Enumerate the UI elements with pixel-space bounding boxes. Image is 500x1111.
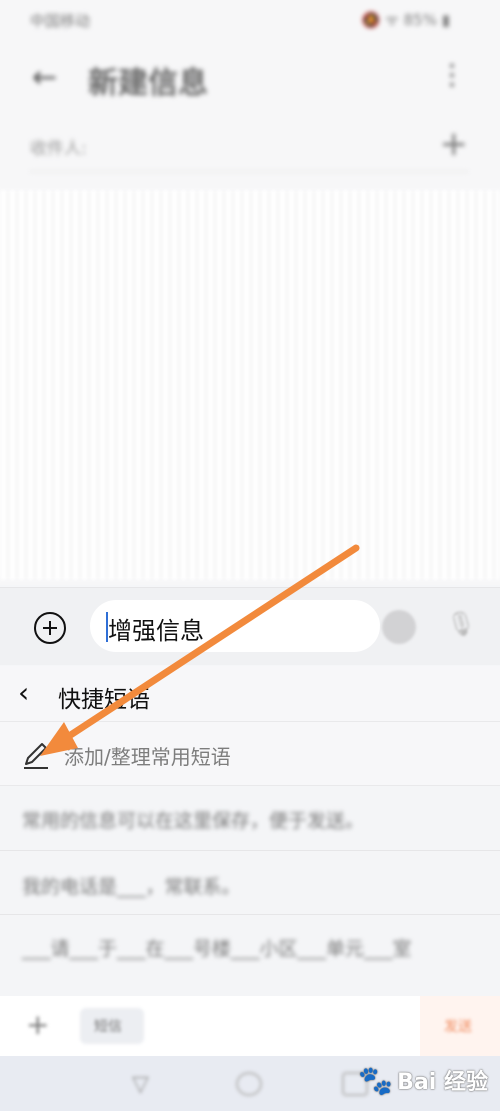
message-history-area bbox=[0, 190, 500, 580]
plus-circle-icon[interactable] bbox=[34, 612, 66, 644]
baidu-watermark: 🐾 Bai 经验 bbox=[358, 1056, 488, 1104]
chevron-left-icon[interactable]: ‹ bbox=[18, 676, 29, 709]
divider bbox=[0, 914, 500, 915]
phrase-item[interactable]: 常用的信息可以在这里保存，便于发送。 bbox=[22, 806, 364, 833]
sms-chip-label: 短信 bbox=[94, 1019, 122, 1035]
status-icons: 🔕 ᯤ 85% ▮ bbox=[361, 11, 450, 29]
recipient-field[interactable]: 收件人: + bbox=[30, 122, 468, 172]
composer-bar: 增强信息 🎙 bbox=[0, 587, 500, 665]
sms-chip[interactable]: 短信 bbox=[80, 1008, 144, 1044]
divider bbox=[0, 850, 500, 851]
quick-phrases-title: 快捷短语 bbox=[58, 687, 150, 713]
watermark-text: Bai 经验 bbox=[397, 1070, 488, 1095]
voice-icon[interactable]: 🎙 bbox=[446, 610, 476, 642]
paw-logo-icon: 🐾 bbox=[358, 1063, 394, 1097]
quick-phrases-header: ‹ 快捷短语 bbox=[0, 666, 500, 722]
add-manage-phrases-label: 添加/整理常用短语 bbox=[64, 745, 231, 769]
recipient-placeholder: 收件人: bbox=[30, 139, 87, 159]
nav-home-icon[interactable] bbox=[236, 1072, 262, 1096]
phrase-item[interactable]: ___请___于___在___号楼___小区___单元___室 bbox=[22, 934, 412, 961]
message-input[interactable]: 增强信息 bbox=[90, 600, 380, 652]
plus-icon[interactable]: + bbox=[26, 1008, 49, 1041]
nav-back-icon[interactable]: ▽ bbox=[132, 1072, 158, 1097]
more-options-icon[interactable]: ⋮ bbox=[438, 58, 466, 91]
message-input-text: 增强信息 bbox=[108, 617, 204, 645]
send-button[interactable]: 发送 bbox=[420, 996, 500, 1056]
carrier-label: 中国移动 bbox=[30, 12, 91, 30]
phrase-list: 常用的信息可以在这里保存，便于发送。 我的电话是___，常联系。 ___请___… bbox=[0, 786, 500, 996]
add-recipient-icon[interactable]: + bbox=[440, 124, 469, 164]
page-title: 新建信息 bbox=[88, 66, 208, 101]
back-arrow-icon[interactable]: ← bbox=[32, 60, 57, 95]
status-bar: 中国移动 🔕 ᯤ 85% ▮ bbox=[0, 4, 500, 34]
title-bar: ← 新建信息 ⋮ bbox=[0, 48, 500, 104]
bottom-toolbar: + 短信 发送 bbox=[0, 996, 500, 1056]
message-compose-area: 中国移动 🔕 ᯤ 85% ▮ ← 新建信息 ⋮ 收件人: + bbox=[0, 0, 500, 585]
send-button-label: 发送 bbox=[444, 1019, 472, 1035]
phrase-item[interactable]: 我的电话是___，常联系。 bbox=[22, 872, 241, 899]
pencil-icon bbox=[24, 743, 48, 769]
add-manage-phrases-row[interactable]: 添加/整理常用短语 bbox=[0, 722, 500, 786]
emoji-icon[interactable] bbox=[382, 610, 416, 644]
